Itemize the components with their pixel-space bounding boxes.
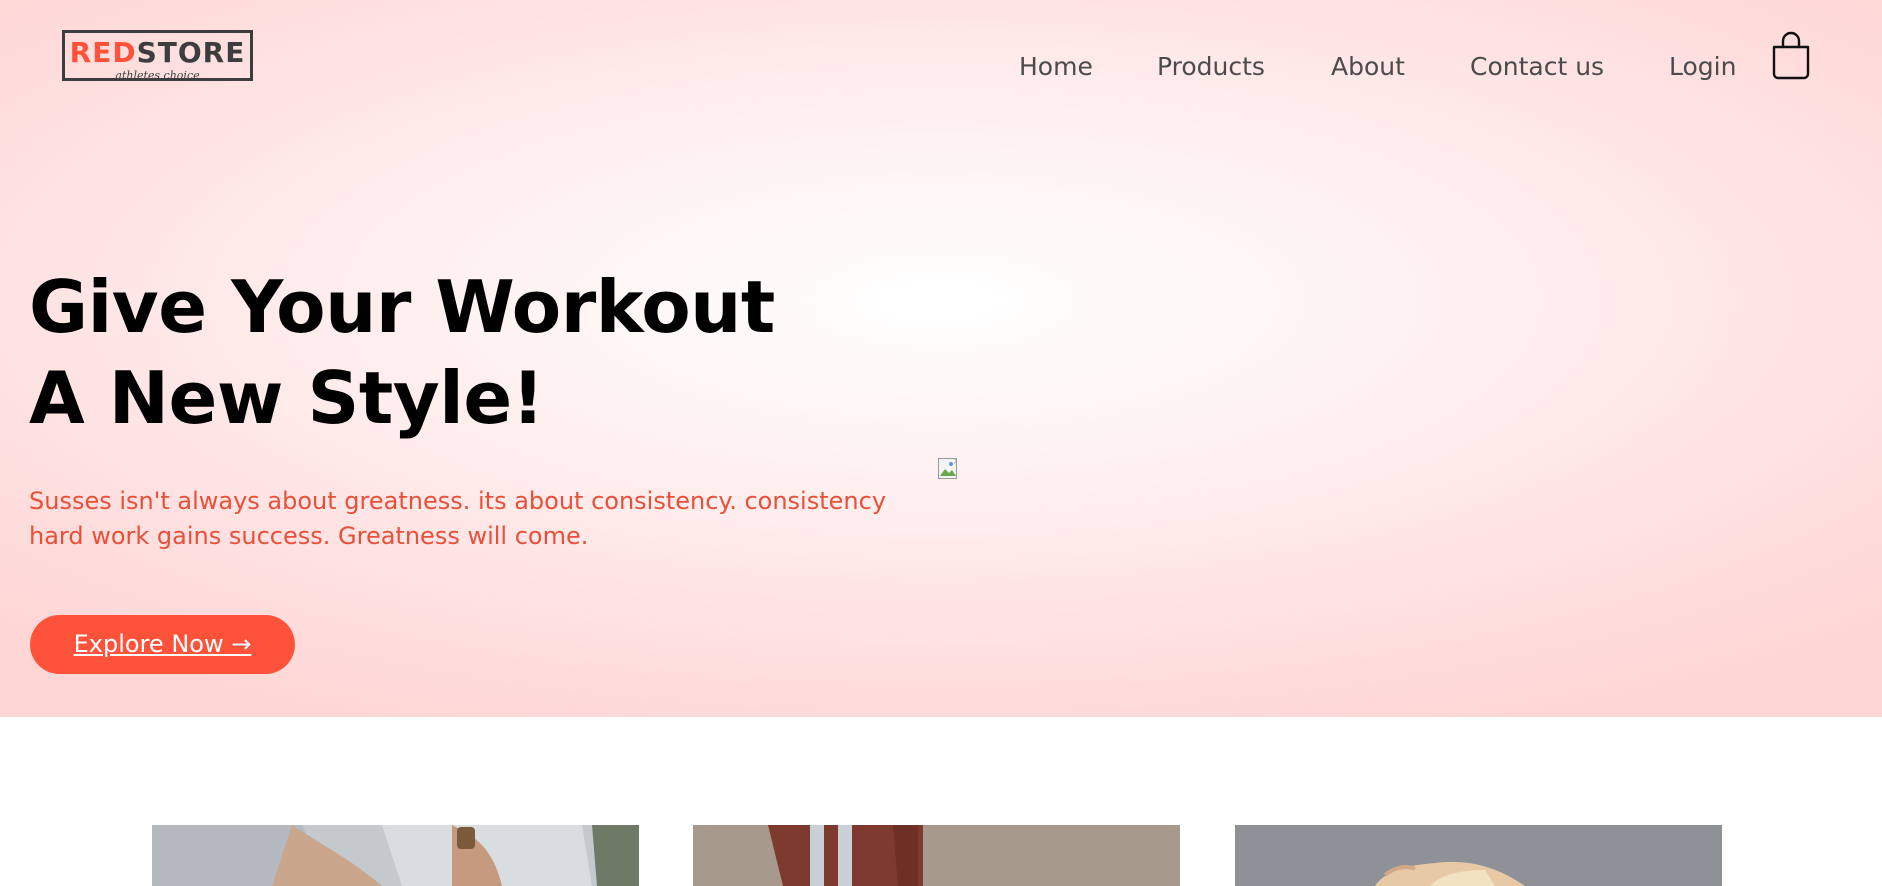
hero-section: REDSTORE athletes choice Home Products A…	[0, 0, 1882, 717]
nav-products[interactable]: Products	[1157, 52, 1265, 81]
hero-title-line-1: Give Your Workout	[29, 265, 775, 349]
nav-login[interactable]: Login	[1669, 52, 1736, 81]
nav-home[interactable]: Home	[1019, 52, 1093, 81]
category-image-1[interactable]	[152, 825, 639, 886]
category-image-3[interactable]	[1235, 825, 1722, 886]
nav-about[interactable]: About	[1331, 52, 1405, 81]
nav-contact-us[interactable]: Contact us	[1470, 52, 1604, 81]
hero-subtitle: Susses isn't always about greatness. its…	[29, 487, 887, 550]
shopping-bag-icon[interactable]	[1770, 30, 1812, 82]
hero-title: Give Your Workout A New Style!	[29, 262, 775, 444]
explore-now-button[interactable]: Explore Now →	[30, 615, 295, 674]
broken-image-icon	[937, 457, 961, 481]
navbar: REDSTORE athletes choice Home Products A…	[0, 0, 1882, 130]
nav-menu: Home Products About Contact us Login	[0, 52, 1882, 88]
category-image-2[interactable]	[693, 825, 1180, 886]
hero-title-line-2: A New Style!	[29, 356, 545, 440]
